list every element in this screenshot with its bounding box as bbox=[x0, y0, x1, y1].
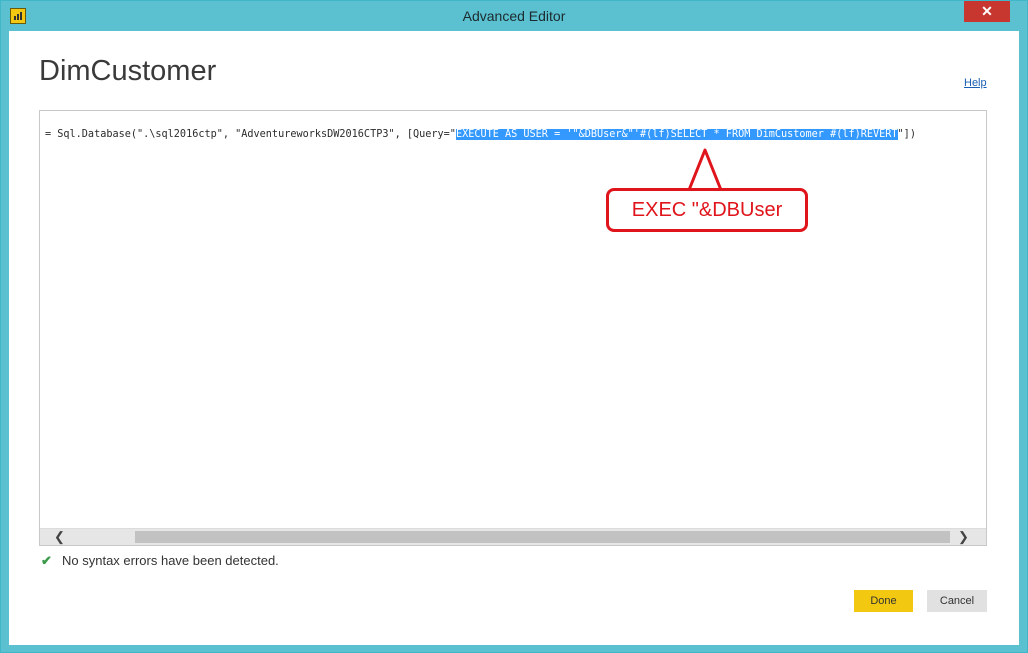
scroll-left-icon[interactable]: ❮ bbox=[54, 529, 65, 545]
close-button[interactable]: ✕ bbox=[964, 1, 1010, 22]
annotation-callout: EXEC "&DBUser bbox=[606, 188, 808, 232]
title-bar[interactable]: Advanced Editor ✕ bbox=[1, 1, 1027, 31]
code-editor[interactable]: = Sql.Database(".\sql2016ctp", "Adventur… bbox=[39, 110, 987, 546]
help-link[interactable]: Help bbox=[964, 77, 987, 89]
check-icon: ✔ bbox=[41, 553, 52, 568]
scroll-thumb[interactable] bbox=[135, 531, 950, 543]
advanced-editor-window: Advanced Editor ✕ DimCustomer Help = Sql… bbox=[0, 0, 1028, 653]
status-message: No syntax errors have been detected. bbox=[62, 553, 279, 568]
query-name-heading: DimCustomer bbox=[39, 55, 217, 87]
editor-content: DimCustomer Help = Sql.Database(".\sql20… bbox=[9, 31, 1019, 645]
scroll-right-icon[interactable]: ❯ bbox=[958, 529, 969, 545]
horizontal-scrollbar[interactable]: ❮ ❯ bbox=[40, 528, 986, 545]
window-title: Advanced Editor bbox=[462, 8, 566, 24]
code-selection: EXECUTE AS USER = '"&DBUser&"'#(lf)SELEC… bbox=[455, 129, 898, 140]
code-text-end: "]) bbox=[897, 129, 916, 140]
cancel-button[interactable]: Cancel bbox=[927, 590, 987, 612]
syntax-status: ✔ No syntax errors have been detected. bbox=[41, 553, 279, 569]
callout-pointer bbox=[687, 148, 723, 191]
done-button[interactable]: Done bbox=[854, 590, 913, 612]
code-line[interactable]: = Sql.Database(".\sql2016ctp", "Adventur… bbox=[45, 129, 916, 140]
code-text: = Sql.Database(".\sql2016ctp", "Adventur… bbox=[45, 129, 456, 140]
